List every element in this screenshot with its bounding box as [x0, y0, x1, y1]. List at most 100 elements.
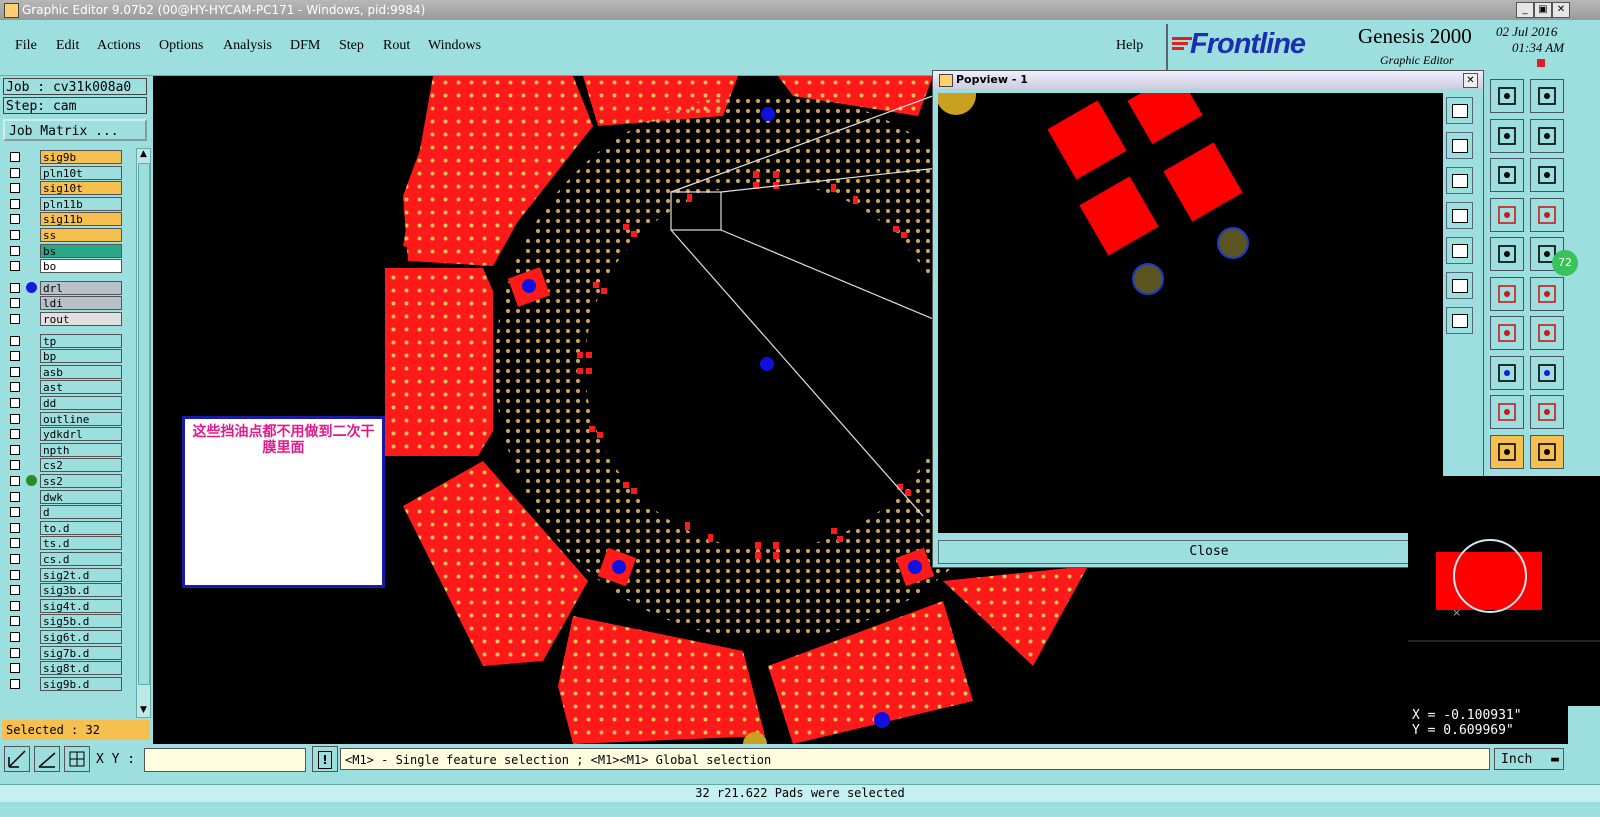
layer-row-ts.d[interactable]: ts.d: [6, 536, 122, 551]
layer-row-sig9b[interactable]: sig9b: [6, 150, 122, 164]
layer-row-bs[interactable]: bs: [6, 243, 122, 258]
popview-tool-icon[interactable]: [1446, 272, 1473, 299]
layer-checkbox[interactable]: [10, 491, 20, 502]
window-icon[interactable]: [1530, 79, 1564, 113]
angle-icon[interactable]: [34, 746, 60, 772]
ratio-icon[interactable]: [1490, 158, 1524, 192]
layer-checkbox[interactable]: [10, 214, 20, 225]
layer-row-dwk[interactable]: dwk: [6, 489, 122, 504]
layer-row-sig4t.d[interactable]: sig4t.d: [6, 598, 122, 613]
restore-icon[interactable]: ▣: [1534, 2, 1552, 18]
layer-checkbox[interactable]: [10, 261, 20, 272]
layer-checkbox[interactable]: [10, 398, 20, 408]
layer-row-drl[interactable]: drl: [6, 280, 122, 295]
popview-titlebar[interactable]: Popview - 1 ✕: [933, 71, 1483, 89]
measure-icon[interactable]: [1490, 355, 1524, 390]
popview-close-button[interactable]: Close: [938, 540, 1480, 564]
info-icon[interactable]: !: [312, 746, 338, 772]
arc-alt-icon[interactable]: [1530, 395, 1564, 429]
layer-row-ldi[interactable]: ldi: [6, 296, 122, 311]
layer-row-d[interactable]: d: [6, 505, 122, 520]
popview-tool-icon[interactable]: [1446, 307, 1473, 334]
layer-checkbox[interactable]: [10, 507, 20, 518]
layer-row-outline[interactable]: outline: [6, 411, 122, 426]
popview-tool-icon[interactable]: [1446, 132, 1473, 159]
help-icon[interactable]: [1530, 158, 1564, 192]
layer-checkbox[interactable]: [10, 554, 20, 564]
layer-checkbox[interactable]: [10, 616, 20, 627]
popview-tool-icon[interactable]: [1446, 202, 1473, 229]
rotate-icon[interactable]: [1490, 316, 1524, 350]
popview-tool-icon[interactable]: [1446, 167, 1473, 194]
layer-checkbox[interactable]: [10, 476, 20, 486]
select-icon[interactable]: [1490, 434, 1524, 469]
layer-checkbox[interactable]: [10, 663, 20, 674]
layer-checkbox[interactable]: [10, 198, 20, 209]
layer-checkbox[interactable]: [10, 366, 20, 377]
layer-checkbox[interactable]: [10, 647, 20, 658]
menu-actions[interactable]: Actions: [97, 38, 141, 54]
close-icon[interactable]: ✕: [1552, 2, 1570, 18]
grid-icon[interactable]: [64, 746, 90, 772]
layer-row-ss2[interactable]: ss2: [6, 474, 122, 488]
popview-canvas[interactable]: [936, 71, 1443, 533]
scroll-up-icon[interactable]: ▲: [137, 149, 150, 161]
undo-icon[interactable]: [1490, 118, 1524, 153]
layer-checkbox[interactable]: [10, 429, 20, 440]
mirror-icon[interactable]: [1530, 316, 1564, 350]
layer-row-sig11b[interactable]: sig11b: [6, 212, 122, 227]
layer-checkbox[interactable]: [10, 152, 20, 162]
layer-row-sig7b.d[interactable]: sig7b.d: [6, 645, 122, 660]
layer-checkbox[interactable]: [10, 167, 20, 178]
layer-checkbox[interactable]: [10, 335, 20, 346]
overview-map[interactable]: ×: [1408, 476, 1600, 706]
layer-row-ydkdrl[interactable]: ydkdrl: [6, 427, 122, 442]
scroll-down-icon[interactable]: ▼: [137, 705, 150, 717]
layer-row-ss[interactable]: ss: [6, 228, 122, 242]
layer-checkbox[interactable]: [10, 183, 20, 194]
layer-row-npth[interactable]: npth: [6, 442, 122, 457]
layer-row-rout[interactable]: rout: [6, 312, 122, 326]
layer-list-scrollbar[interactable]: ▲ ▼: [136, 148, 151, 718]
layer-checkbox[interactable]: [10, 351, 20, 362]
layer-row-to.d[interactable]: to.d: [6, 520, 122, 535]
layer-checkbox[interactable]: [10, 444, 20, 455]
transform-icon[interactable]: [1530, 355, 1564, 390]
connect-alt-icon[interactable]: [1530, 276, 1564, 311]
layer-row-dd[interactable]: dd: [6, 396, 122, 410]
home-icon[interactable]: [1490, 79, 1524, 113]
menu-analysis[interactable]: Analysis: [223, 38, 272, 54]
redo-icon[interactable]: [1530, 118, 1564, 153]
layer-checkbox[interactable]: [10, 298, 20, 309]
menu-rout[interactable]: Rout: [383, 38, 410, 54]
layer-row-cs2[interactable]: cs2: [6, 458, 122, 473]
layer-checkbox[interactable]: [10, 585, 20, 596]
menu-step[interactable]: Step: [339, 38, 364, 54]
snap-icon[interactable]: [4, 746, 30, 772]
menu-help[interactable]: Help: [1116, 38, 1143, 54]
layer-row-asb[interactable]: asb: [6, 364, 122, 379]
layer-row-ast[interactable]: ast: [6, 380, 122, 395]
layer-checkbox[interactable]: [10, 569, 20, 580]
layer-row-sig5b.d[interactable]: sig5b.d: [6, 614, 122, 629]
layer-checkbox[interactable]: [10, 460, 20, 471]
layer-checkbox[interactable]: [10, 600, 20, 611]
job-matrix-button[interactable]: Job Matrix ...: [3, 119, 147, 141]
menu-options[interactable]: Options: [159, 38, 203, 54]
layer-checkbox[interactable]: [10, 314, 20, 324]
arc-icon[interactable]: [1490, 395, 1524, 429]
layer-checkbox[interactable]: [10, 382, 20, 393]
layer-row-sig9b.d[interactable]: sig9b.d: [6, 676, 122, 691]
layer-checkbox[interactable]: [10, 632, 20, 642]
layer-row-bo[interactable]: bo: [6, 259, 122, 274]
layer-checkbox[interactable]: [10, 538, 20, 549]
layer-checkbox[interactable]: [10, 522, 20, 533]
popview-tool-icon[interactable]: [1446, 237, 1473, 264]
layer-row-sig6t.d[interactable]: sig6t.d: [6, 630, 122, 644]
layer-row-bp[interactable]: bp: [6, 349, 122, 364]
route-icon[interactable]: [1530, 434, 1564, 469]
layer-checkbox[interactable]: [10, 282, 20, 293]
layer-checkbox[interactable]: [10, 413, 20, 424]
connect-icon[interactable]: [1490, 276, 1524, 311]
menu-edit[interactable]: Edit: [56, 38, 79, 54]
